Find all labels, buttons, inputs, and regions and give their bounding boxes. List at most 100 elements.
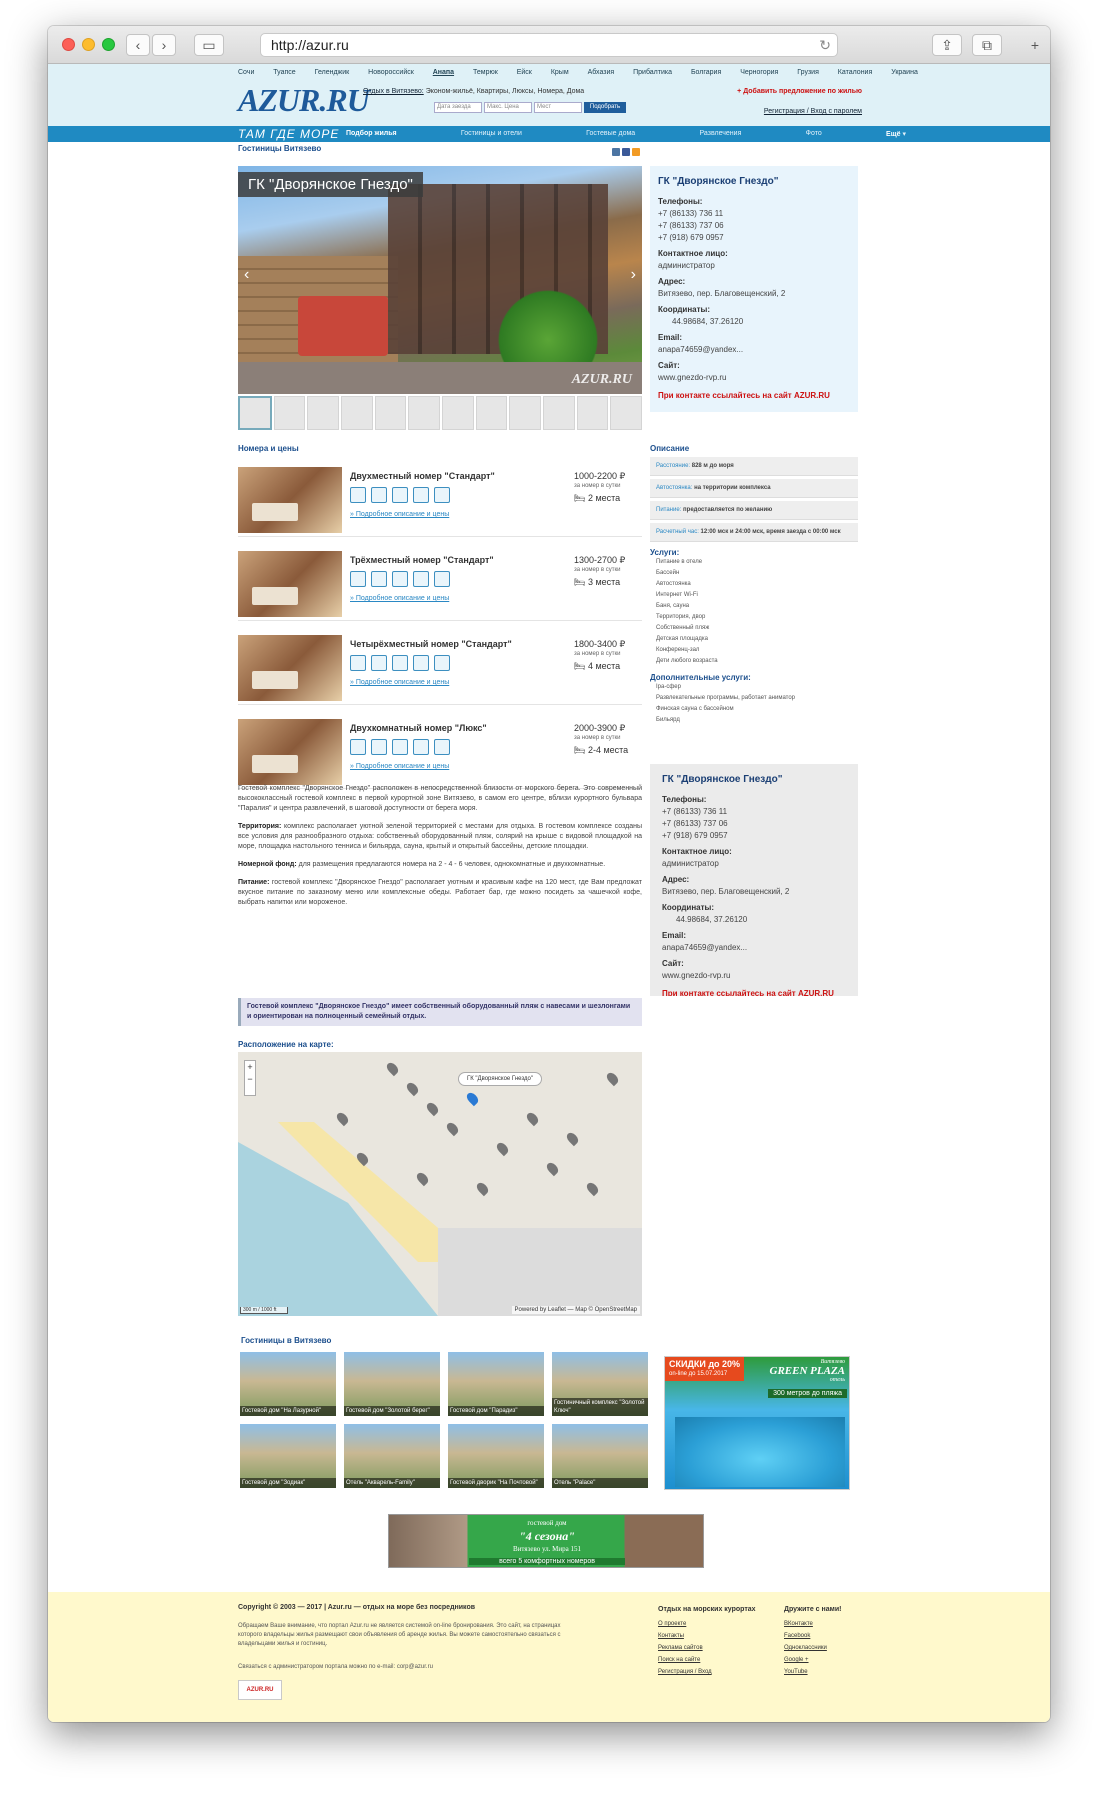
room-name[interactable]: Трёхместный номер "Стандарт" <box>350 555 494 565</box>
thumbnail[interactable] <box>307 396 340 430</box>
map-pin-icon[interactable] <box>414 1170 431 1187</box>
site-link[interactable]: www.gnezdo-rvp.ru <box>662 970 846 982</box>
max-price-field[interactable]: Макс. Цена <box>484 102 532 113</box>
thumbnail[interactable] <box>543 396 575 430</box>
sidebar-icon[interactable]: ▭ <box>194 34 224 56</box>
footer-badge[interactable]: AZUR.RU <box>238 1680 282 1700</box>
nav-item-guesthouses[interactable]: Гостевые дома <box>586 130 635 138</box>
footer-link[interactable]: О проекте <box>658 1618 756 1630</box>
city-link[interactable]: Крым <box>551 69 569 76</box>
thumbnail[interactable] <box>610 396 643 430</box>
map-pin-icon[interactable] <box>494 1140 511 1157</box>
phone[interactable]: +7 (86133) 737 06 <box>662 818 846 830</box>
minimize-window-button[interactable] <box>82 38 95 51</box>
room-photo[interactable] <box>238 467 342 533</box>
city-link[interactable]: Черногория <box>740 69 778 76</box>
map-pin-icon[interactable] <box>474 1180 491 1197</box>
city-link[interactable]: Темрюк <box>473 69 498 76</box>
hotels-title[interactable]: Гостиницы в Витязево <box>241 1336 331 1345</box>
room-name[interactable]: Четырёхместный номер "Стандарт" <box>350 639 512 649</box>
rest-types-links[interactable]: Эконом-жильё, Квартиры, Люксы, Номера, Д… <box>426 88 585 95</box>
hotel-card[interactable]: Отель "Акварель-Family" <box>344 1424 440 1488</box>
date-field[interactable]: Дата заезда <box>434 102 482 113</box>
add-offer-link[interactable]: + Добавить предложение по жилью <box>737 88 862 95</box>
site-logo[interactable]: AZUR.RU <box>238 82 370 119</box>
thumbnail[interactable] <box>442 396 474 430</box>
city-link[interactable]: Грузия <box>797 69 819 76</box>
register-link[interactable]: Регистрация / Вход с паролем <box>764 108 862 115</box>
footer-link[interactable]: Поиск на сайте <box>658 1654 756 1666</box>
city-link[interactable]: Ейск <box>517 69 532 76</box>
places-field[interactable]: Мест <box>534 102 582 113</box>
thumbnail[interactable] <box>408 396 441 430</box>
tabs-overview-icon[interactable]: ⧉ <box>972 34 1002 56</box>
location-map[interactable]: + − ГК "Дворянское Гнездо" 300 m / 1000 f… <box>238 1052 642 1316</box>
facebook-icon[interactable] <box>622 148 630 156</box>
room-details-link[interactable]: » Подробное описание и цены <box>350 763 449 770</box>
thumbnail[interactable] <box>509 396 542 430</box>
thumbnail[interactable] <box>475 396 508 430</box>
map-attribution[interactable]: Powered by Leaflet — Map © OpenStreetMap <box>511 1306 640 1314</box>
site-link[interactable]: www.gnezdo-rvp.ru <box>658 372 850 384</box>
vk-icon[interactable] <box>612 148 620 156</box>
map-pin-icon[interactable] <box>564 1130 581 1147</box>
rest-label[interactable]: Отдых в Витязево: <box>363 88 424 95</box>
city-link[interactable]: Сочи <box>238 69 254 76</box>
thumbnail[interactable] <box>374 396 407 430</box>
nav-item-housing[interactable]: Подбор жилья <box>346 130 397 138</box>
city-link[interactable]: Прибалтика <box>633 69 672 76</box>
new-tab-icon[interactable]: + <box>1024 34 1046 56</box>
map-pin-icon[interactable] <box>604 1070 621 1087</box>
hotel-card[interactable]: Гостевой дворик "На Почтовой" <box>448 1424 544 1488</box>
footer-link[interactable]: Реклама сайтов <box>658 1642 756 1654</box>
email[interactable]: anapa74659@yandex... <box>658 344 850 356</box>
hotel-card[interactable]: Гостевой дом "Золотой берег" <box>344 1352 440 1416</box>
city-link[interactable]: Болгария <box>691 69 721 76</box>
phone[interactable]: +7 (86133) 737 06 <box>658 220 850 232</box>
footer-link[interactable]: Контакты <box>658 1630 756 1642</box>
room-details-link[interactable]: » Подробное описание и цены <box>350 595 449 602</box>
four-seasons-banner[interactable]: гостевой дом "4 сезона" Витязево ул. Мира … <box>388 1514 704 1568</box>
room-name[interactable]: Двухкомнатный номер "Люкс" <box>350 723 487 733</box>
nav-item-hotels[interactable]: Гостиницы и отели <box>461 130 522 138</box>
phone[interactable]: +7 (918) 679 0957 <box>662 830 846 842</box>
hotel-card[interactable]: Гостевой дом "На Лазурной" <box>240 1352 336 1416</box>
odnoklassniki-icon[interactable] <box>632 148 640 156</box>
city-link[interactable]: Каталония <box>838 69 872 76</box>
prev-photo-icon[interactable]: ‹ <box>244 266 249 284</box>
next-photo-icon[interactable]: › <box>631 266 636 284</box>
back-arrow-icon[interactable]: ‹ <box>126 34 150 56</box>
google-plus-link[interactable]: Google + <box>784 1654 841 1666</box>
nav-item-more[interactable]: Ещё ▾ <box>886 130 906 138</box>
breadcrumb[interactable]: Гостиницы Витязево <box>238 144 858 153</box>
map-pin-main-icon[interactable] <box>464 1090 481 1107</box>
reload-icon[interactable]: ↻ <box>819 34 831 56</box>
map-pin-icon[interactable] <box>424 1100 441 1117</box>
phone[interactable]: +7 (86133) 736 11 <box>658 208 850 220</box>
thumbnail[interactable] <box>273 396 306 430</box>
share-icon[interactable]: ⇪ <box>932 34 962 56</box>
map-zoom-control[interactable]: + − <box>244 1060 256 1096</box>
photo-gallery[interactable]: ГК "Дворянское Гнездо" ‹ › AZUR.RU <box>238 166 642 394</box>
zoom-window-button[interactable] <box>102 38 115 51</box>
room-photo[interactable] <box>238 551 342 617</box>
odnoklassniki-link[interactable]: Одноклассники <box>784 1642 841 1654</box>
footer-admin[interactable]: Связаться с администратором портала можн… <box>238 1664 433 1670</box>
hotel-card[interactable]: Гостевой дом "Парадиз" <box>448 1352 544 1416</box>
city-link[interactable]: Туапсе <box>273 69 295 76</box>
map-pin-icon[interactable] <box>524 1110 541 1127</box>
hotel-card[interactable]: Гостевой дом "Зодиак" <box>240 1424 336 1488</box>
thumbnail[interactable] <box>576 396 609 430</box>
room-details-link[interactable]: » Подробное описание и цены <box>350 679 449 686</box>
map-pin-icon[interactable] <box>544 1160 561 1177</box>
search-button[interactable]: Подобрать <box>584 102 626 113</box>
map-pin-icon[interactable] <box>584 1180 601 1197</box>
address-bar[interactable]: http://azur.ru ↻ <box>260 33 838 57</box>
city-link[interactable]: Украина <box>891 69 918 76</box>
nav-brand[interactable]: ТАМ ГДЕ МОРЕ <box>238 127 346 141</box>
forward-arrow-icon[interactable]: › <box>152 34 176 56</box>
youtube-link[interactable]: YouTube <box>784 1666 841 1678</box>
city-link[interactable]: Новороссийск <box>368 69 414 76</box>
green-plaza-ad[interactable]: СКИДКИ до 20% on-line до 15.07.2017 Витяз… <box>664 1356 850 1490</box>
map-pin-icon[interactable] <box>444 1120 461 1137</box>
